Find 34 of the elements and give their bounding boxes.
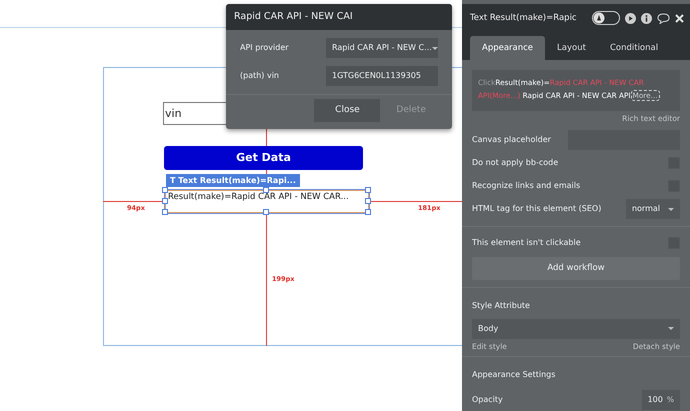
provider-dropdown[interactable]: Rapid CAR API - NEW C... [326, 38, 438, 58]
close-icon[interactable] [675, 14, 684, 23]
section-heading: Style Attribute [472, 300, 530, 312]
info-icon[interactable] [641, 12, 652, 24]
property-label: Recognize links and emails [472, 180, 580, 192]
add-workflow-button[interactable]: Add workflow [472, 256, 680, 280]
panel-tab[interactable]: Appearance [470, 36, 546, 60]
section-heading: Appearance Settings [472, 369, 556, 381]
caret-icon [432, 46, 438, 50]
comment-icon[interactable] [657, 12, 670, 24]
panel-title: Text Result(make)=Rapic [470, 12, 577, 25]
property-label: Opacity [472, 394, 503, 406]
style-dropdown[interactable]: Body [472, 318, 680, 339]
element-label[interactable]: T Text Result(make)=Rapi... [166, 174, 300, 187]
toggle-icon[interactable] [592, 11, 620, 26]
property-label: Do not apply bb-code [472, 157, 558, 170]
property-label: HTML tag for this element (SEO) [472, 203, 602, 216]
field-label: API provider [239, 42, 290, 54]
get-data-button[interactable]: Get Data [164, 146, 363, 170]
caret-icon [668, 327, 674, 330]
tag-dropdown[interactable]: normal [626, 199, 680, 220]
selected-text-element[interactable]: Result(make)=Rapid CAR API - NEW CAR... [165, 190, 369, 213]
caret-icon [668, 208, 674, 211]
play-icon[interactable] [625, 12, 636, 24]
panel-tab[interactable]: Conditional [598, 36, 670, 60]
property-label: This element isn't clickable [472, 237, 581, 250]
panel-tab[interactable]: Layout [545, 36, 598, 60]
resize-handle[interactable] [263, 187, 269, 193]
popup-title: Rapid CAR API - NEW CAI [226, 4, 452, 30]
path-value-field[interactable]: 1GTG6CEN0L1139305 [326, 66, 438, 86]
field-label: (path) vin [239, 70, 280, 82]
property-label: Canvas placeholder [472, 134, 551, 146]
resize-handle[interactable] [263, 209, 269, 215]
close-button[interactable]: Close [314, 99, 380, 122]
